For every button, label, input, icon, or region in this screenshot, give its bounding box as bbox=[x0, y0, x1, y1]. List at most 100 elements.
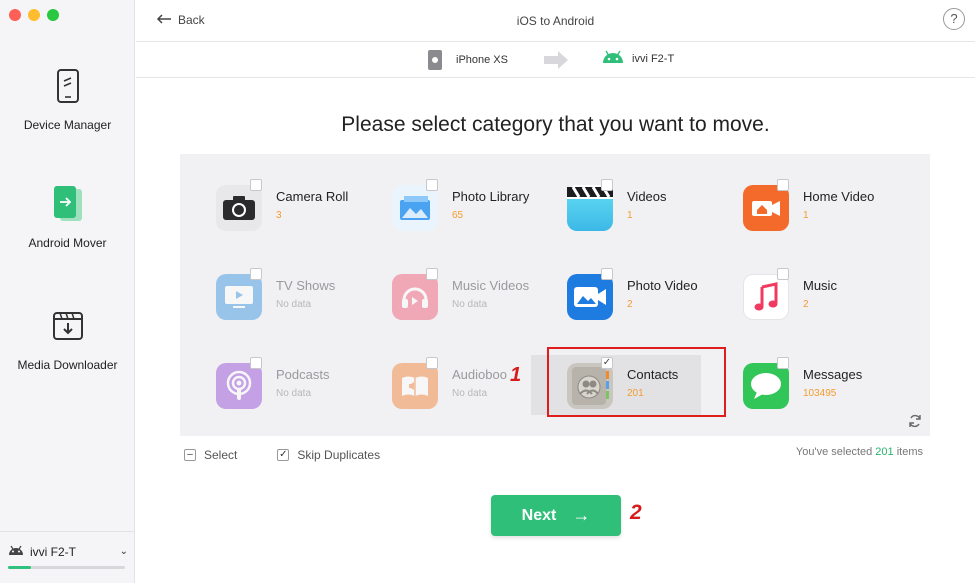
category-photo-library[interactable]: Photo Library 65 bbox=[356, 177, 529, 237]
selection-summary: You've selected 201 items bbox=[796, 446, 923, 458]
category-podcasts[interactable]: Podcasts No data bbox=[180, 355, 350, 415]
highlight-box bbox=[547, 347, 726, 417]
category-videos[interactable]: Videos 1 bbox=[531, 177, 701, 237]
source-device-name: iPhone XS bbox=[456, 54, 508, 66]
category-checkbox[interactable] bbox=[601, 179, 613, 191]
window-controls bbox=[9, 9, 59, 21]
podcast-icon bbox=[216, 363, 262, 409]
category-name: Music bbox=[803, 278, 837, 293]
device-transfer-bar: iPhone XS ivvi F2-T bbox=[136, 42, 975, 78]
category-name: Camera Roll bbox=[276, 189, 349, 204]
options-row: – Select ✓ Skip Duplicates bbox=[184, 448, 420, 462]
music-note-icon bbox=[743, 274, 789, 320]
selection-prefix: You've selected bbox=[795, 446, 873, 458]
select-all-checkbox[interactable]: – bbox=[184, 449, 196, 461]
category-grid: Camera Roll 3 Photo Library 65 Videos 1 … bbox=[180, 154, 930, 436]
category-count: No data bbox=[452, 299, 488, 310]
page-heading: Please select category that you want to … bbox=[341, 113, 770, 136]
category-checkbox[interactable] bbox=[426, 179, 438, 191]
category-name: Audioboo bbox=[452, 367, 507, 382]
category-name: Podcasts bbox=[276, 367, 330, 382]
category-count: 3 bbox=[276, 210, 282, 221]
next-button[interactable]: Next → bbox=[491, 495, 621, 536]
refresh-icon[interactable] bbox=[908, 414, 922, 431]
source-device: iPhone XS bbox=[428, 50, 508, 70]
chevron-down-icon[interactable]: ⌄ bbox=[120, 546, 128, 557]
download-icon bbox=[50, 308, 86, 344]
skip-duplicates-toggle[interactable]: ✓ Skip Duplicates bbox=[277, 448, 380, 462]
category-count: 103495 bbox=[803, 388, 837, 399]
selection-suffix: items bbox=[896, 446, 923, 458]
category-count: 65 bbox=[452, 210, 464, 221]
category-count: 1 bbox=[803, 210, 809, 221]
camera-icon bbox=[216, 185, 262, 231]
transfer-arrow-icon bbox=[542, 50, 570, 75]
audiobook-icon bbox=[392, 363, 438, 409]
step-annotation-2: 2 bbox=[630, 501, 642, 524]
next-label: Next bbox=[521, 506, 557, 524]
category-name: Home Video bbox=[803, 189, 875, 204]
zoom-window-button[interactable] bbox=[47, 9, 59, 21]
category-count: No data bbox=[452, 388, 488, 399]
storage-progress-fill bbox=[8, 566, 32, 569]
category-count: 1 bbox=[627, 210, 633, 221]
category-checkbox[interactable] bbox=[777, 357, 789, 369]
category-checkbox[interactable] bbox=[601, 268, 613, 280]
category-photo-video[interactable]: Photo Video 2 bbox=[531, 266, 701, 326]
device-name: ivvi F2-T bbox=[30, 544, 76, 559]
category-name: Photo Video bbox=[627, 278, 698, 293]
category-tv-shows[interactable]: TV Shows No data bbox=[180, 266, 350, 326]
window-title: iOS to Android bbox=[516, 14, 595, 28]
category-checkbox[interactable] bbox=[426, 357, 438, 369]
tv-icon bbox=[216, 274, 262, 320]
skip-duplicates-label: Skip Duplicates bbox=[297, 448, 381, 462]
sidebar-item-label: Media Downloader bbox=[17, 358, 118, 372]
android-icon bbox=[602, 50, 624, 67]
step-annotation-1: 1 bbox=[510, 364, 522, 386]
sidebar-item-media-downloader[interactable]: Media Downloader bbox=[0, 308, 135, 372]
close-window-button[interactable] bbox=[9, 9, 21, 21]
category-home-video[interactable]: Home Video 1 bbox=[707, 177, 877, 237]
title-bar: Back iOS to Android ? bbox=[136, 0, 975, 42]
category-messages[interactable]: Messages 103495 bbox=[707, 355, 877, 415]
category-checkbox[interactable] bbox=[777, 179, 789, 191]
category-checkbox[interactable] bbox=[250, 357, 262, 369]
sidebar-item-android-mover[interactable]: Android Mover bbox=[0, 186, 135, 250]
sidebar: Device Manager Android Mover Media Downl… bbox=[0, 0, 135, 583]
category-count: 2 bbox=[627, 299, 633, 310]
sidebar-item-label: Android Mover bbox=[28, 236, 107, 250]
phone-icon bbox=[50, 68, 86, 104]
category-checkbox[interactable] bbox=[250, 179, 262, 191]
category-count: No data bbox=[276, 299, 312, 310]
android-mover-icon bbox=[50, 186, 86, 222]
home-video-icon bbox=[743, 185, 789, 231]
device-selector[interactable]: ivvi F2-T ⌄ bbox=[0, 531, 135, 583]
main-panel: Back iOS to Android ? iPhone XS ivvi F2-… bbox=[136, 0, 975, 583]
category-camera-roll[interactable]: Camera Roll 3 bbox=[180, 177, 350, 237]
photo-library-icon bbox=[392, 185, 438, 231]
skip-duplicates-checkbox[interactable]: ✓ bbox=[277, 449, 290, 461]
category-name: Music Videos bbox=[452, 278, 530, 293]
sidebar-item-device-manager[interactable]: Device Manager bbox=[0, 68, 135, 132]
category-music[interactable]: Music 2 bbox=[707, 266, 877, 326]
select-all-label: Select bbox=[204, 448, 238, 462]
selection-count: 201 bbox=[875, 446, 894, 458]
music-video-icon bbox=[392, 274, 438, 320]
category-music-videos[interactable]: Music Videos No data bbox=[356, 266, 530, 326]
target-device-name: ivvi F2-T bbox=[632, 52, 675, 65]
category-audiobooks[interactable]: Audioboo No data bbox=[356, 355, 526, 415]
category-checkbox[interactable] bbox=[426, 268, 438, 280]
help-button[interactable]: ? bbox=[943, 8, 965, 30]
sidebar-item-label: Device Manager bbox=[23, 118, 112, 132]
category-checkbox[interactable] bbox=[777, 268, 789, 280]
clapper-icon bbox=[567, 185, 613, 231]
target-device: ivvi F2-T bbox=[602, 50, 674, 67]
photo-video-icon bbox=[567, 274, 613, 320]
select-all-toggle[interactable]: – Select bbox=[184, 448, 237, 462]
category-checkbox[interactable] bbox=[250, 268, 262, 280]
iphone-icon bbox=[428, 50, 442, 70]
minimize-window-button[interactable] bbox=[28, 9, 40, 21]
category-count: No data bbox=[276, 388, 312, 399]
storage-progress bbox=[8, 566, 125, 569]
message-icon bbox=[743, 363, 789, 409]
